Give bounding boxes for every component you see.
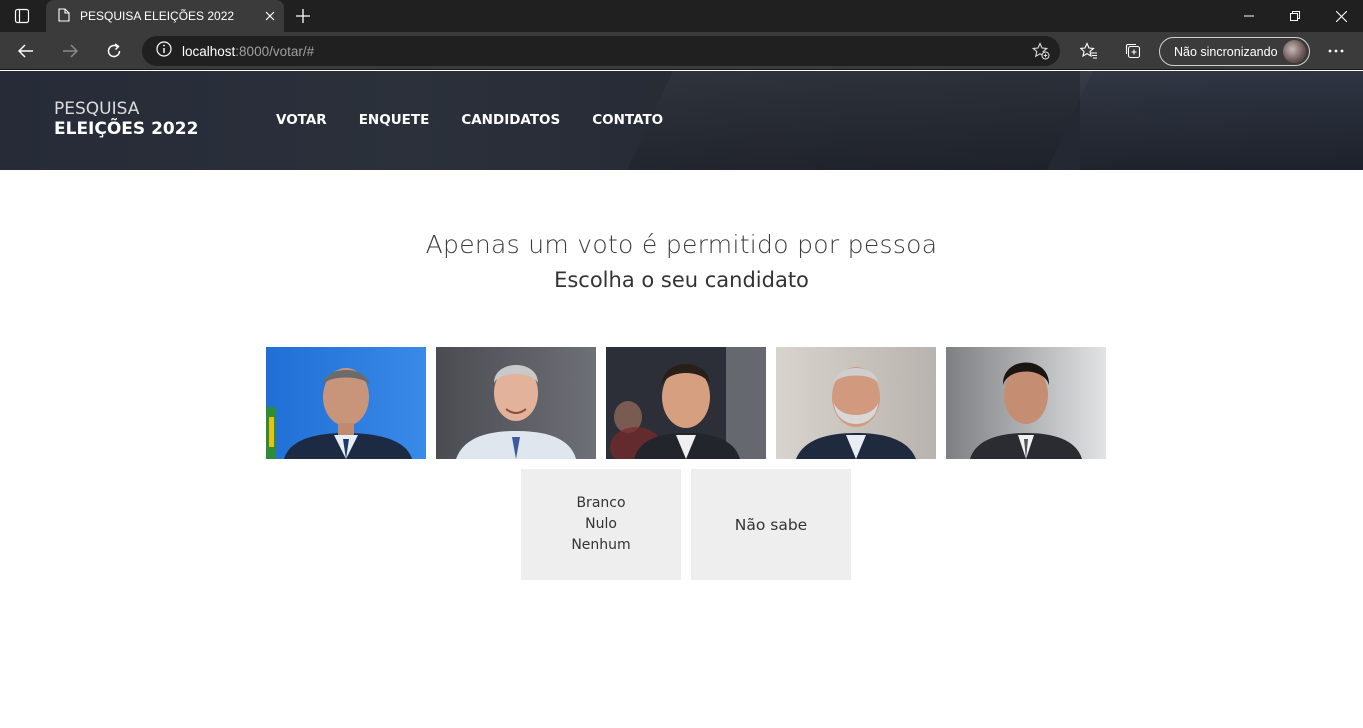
header-background-decoration	[1080, 71, 1363, 170]
candidate-1-photo[interactable]	[266, 347, 426, 459]
url-text: localhost:8000/votar/#	[182, 44, 314, 59]
minimize-icon[interactable]	[1226, 0, 1272, 32]
logo-line-1: PESQUISA	[54, 99, 140, 119]
url-path: :8000/votar/#	[235, 43, 315, 59]
profile-sync-label: Não sincronizando	[1174, 44, 1278, 59]
browser-titlebar: PESQUISA ELEIÇÕES 2022	[0, 0, 1363, 32]
main-nav: VOTAR ENQUETE CANDIDATOS CONTATO	[276, 112, 663, 128]
page-title: Apenas um voto é permitido por pessoa	[425, 230, 938, 259]
restore-icon[interactable]	[1272, 0, 1318, 32]
page-icon	[58, 7, 70, 26]
candidate-5-photo[interactable]	[946, 347, 1106, 459]
url-host: localhost	[182, 43, 236, 59]
candidate-4-photo[interactable]	[776, 347, 936, 459]
browser-toolbar: localhost:8000/votar/# Não sincronizando	[0, 32, 1363, 70]
profile-avatar	[1283, 40, 1306, 63]
nav-enquete[interactable]: ENQUETE	[359, 112, 430, 128]
option-label-nulo: Nulo	[585, 516, 617, 532]
nav-contato[interactable]: CONTATO	[592, 112, 663, 128]
close-tab-icon[interactable]	[256, 2, 284, 30]
address-bar[interactable]: localhost:8000/votar/#	[142, 36, 1060, 66]
more-menu-icon[interactable]	[1323, 38, 1349, 64]
option-label-branco: Branco	[576, 495, 626, 511]
site-header	[0, 71, 1363, 170]
dont-know-option[interactable]: Não sabe	[691, 469, 851, 580]
new-tab-icon[interactable]	[290, 4, 316, 28]
candidate-3-photo[interactable]	[606, 347, 766, 459]
site-logo[interactable]: PESQUISA ELEIÇÕES 2022	[54, 99, 198, 139]
tab-title: PESQUISA ELEIÇÕES 2022	[80, 9, 235, 23]
page-subtitle: Escolha o seu candidato	[554, 268, 809, 292]
browser-tab[interactable]: PESQUISA ELEIÇÕES 2022	[46, 0, 284, 32]
tab-actions-icon[interactable]	[8, 4, 36, 28]
nav-candidatos[interactable]: CANDIDATOS	[461, 112, 560, 128]
logo-line-2: ELEIÇÕES 2022	[54, 119, 199, 139]
collections-icon[interactable]	[1120, 38, 1146, 64]
add-favorite-icon[interactable]	[1030, 40, 1052, 62]
forward-icon[interactable]	[55, 36, 85, 66]
info-icon[interactable]	[156, 41, 172, 61]
refresh-icon[interactable]	[99, 36, 129, 66]
nav-votar[interactable]: VOTAR	[276, 112, 327, 128]
back-icon[interactable]	[11, 36, 41, 66]
option-label-nao-sabe: Não sabe	[734, 515, 808, 534]
favorites-icon[interactable]	[1076, 38, 1102, 64]
close-window-icon[interactable]	[1318, 0, 1363, 32]
blank-null-none-option[interactable]: Branco Nulo Nenhum	[521, 469, 681, 580]
option-label-nenhum: Nenhum	[571, 537, 631, 553]
candidate-2-photo[interactable]	[436, 347, 596, 459]
profile-button[interactable]: Não sincronizando	[1159, 37, 1310, 66]
header-background-decoration	[626, 71, 1094, 170]
